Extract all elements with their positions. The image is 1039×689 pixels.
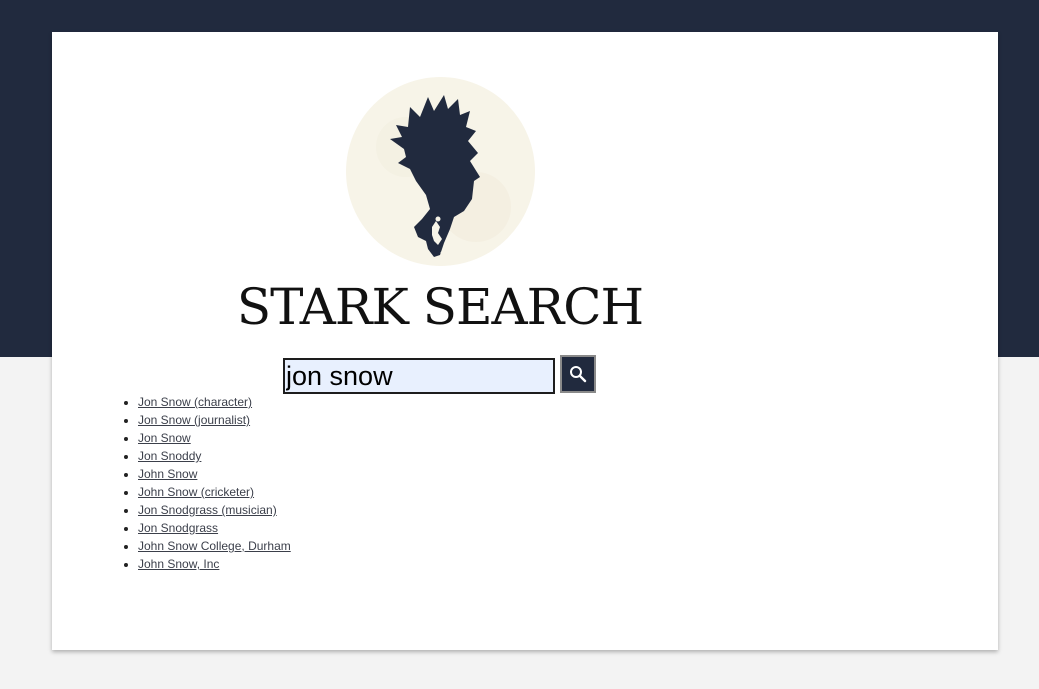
brand-title: STARK SEARCH <box>236 278 644 336</box>
list-item: Jon Snodgrass <box>138 519 291 537</box>
search-input[interactable] <box>283 358 555 394</box>
list-item: Jon Snoddy <box>138 447 291 465</box>
suggestion-link[interactable]: Jon Snow (journalist) <box>138 413 250 427</box>
list-item: Jon Snodgrass (musician) <box>138 501 291 519</box>
suggestion-link[interactable]: John Snow <box>138 467 197 481</box>
suggestion-link[interactable]: Jon Snow (character) <box>138 395 252 409</box>
suggestion-link[interactable]: John Snow College, Durham <box>138 539 291 553</box>
suggestion-link[interactable]: Jon Snodgrass (musician) <box>138 503 277 517</box>
list-item: John Snow (cricketer) <box>138 483 291 501</box>
direwolf-icon <box>346 77 535 266</box>
suggestion-link[interactable]: Jon Snow <box>138 431 191 445</box>
suggestion-link[interactable]: Jon Snodgrass <box>138 521 218 535</box>
suggestion-list: Jon Snow (character) Jon Snow (journalis… <box>98 393 291 573</box>
search-button[interactable] <box>560 355 596 393</box>
search-icon <box>570 366 587 383</box>
list-item: John Snow, Inc <box>138 555 291 573</box>
suggestion-link[interactable]: John Snow, Inc <box>138 557 219 571</box>
list-item: John Snow <box>138 465 291 483</box>
suggestion-link[interactable]: Jon Snoddy <box>138 449 201 463</box>
list-item: Jon Snow <box>138 429 291 447</box>
list-item: John Snow College, Durham <box>138 537 291 555</box>
main-card: STARK SEARCH Jon Snow (character) Jon Sn… <box>52 32 998 650</box>
list-item: Jon Snow (journalist) <box>138 411 291 429</box>
list-item: Jon Snow (character) <box>138 393 291 411</box>
suggestion-link[interactable]: John Snow (cricketer) <box>138 485 254 499</box>
